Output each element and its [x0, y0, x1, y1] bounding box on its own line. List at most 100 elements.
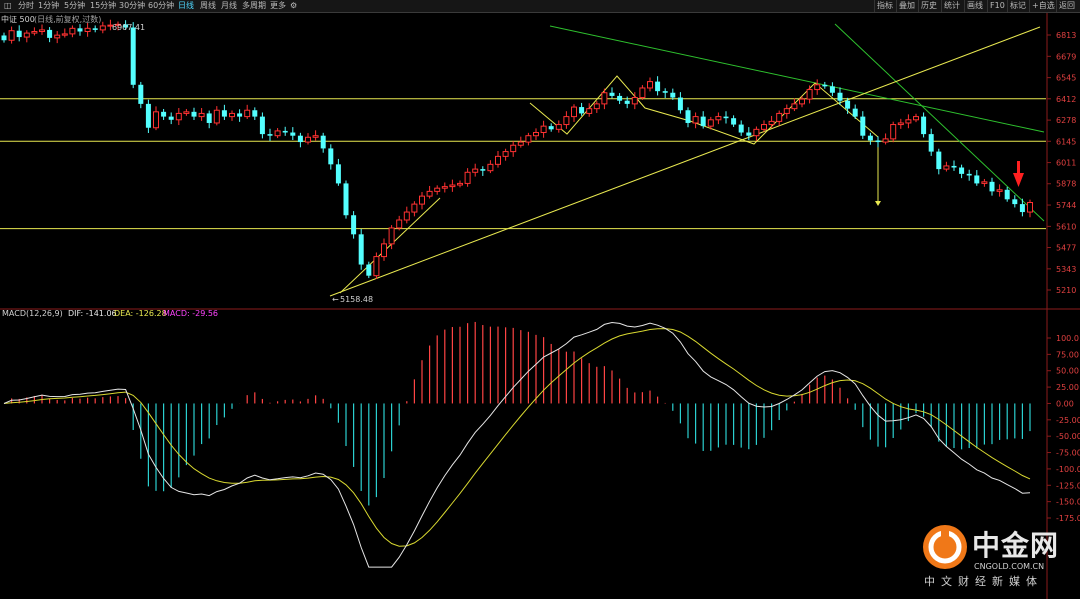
yellow-rise-line	[339, 197, 441, 294]
price-tick-label: 6145	[1056, 137, 1076, 146]
candle-body-down	[77, 28, 83, 32]
candle-body-up	[396, 219, 403, 229]
tab-history[interactable]: 历史	[918, 0, 939, 12]
candle-body-down	[677, 97, 683, 111]
tab-weekly[interactable]: 周线	[198, 0, 218, 12]
price-tick-label: 6545	[1056, 74, 1076, 83]
candle-body-up	[229, 112, 235, 118]
candle-body-up	[31, 31, 38, 34]
cngold-logo: 中金网 CNGOLD.COM.CN 中文财经新媒体	[920, 522, 1080, 592]
candle-body-down	[297, 135, 303, 143]
candle-body-down	[867, 135, 873, 141]
tab-daily[interactable]: 日线	[176, 0, 196, 12]
candle-body-up	[799, 98, 805, 105]
logo-tagline: 中文财经新媒体	[924, 575, 1043, 588]
price-tick-label: 6813	[1056, 31, 1076, 40]
candle-body-down	[738, 124, 744, 133]
candle-body-up	[487, 163, 494, 172]
logo-mark-icon	[923, 525, 967, 569]
low-label: 5158.48	[340, 295, 373, 304]
tab-f10[interactable]: F10	[987, 0, 1007, 12]
candle-body-up	[647, 81, 653, 89]
candle-body-up	[517, 141, 524, 146]
candle-body-down	[852, 108, 858, 117]
price-tick-label: 5610	[1056, 222, 1076, 231]
candle-body-up	[8, 30, 15, 41]
candle-body-up	[381, 243, 387, 258]
tab-2[interactable]: 1分钟	[36, 0, 61, 12]
chart-canvas[interactable]: 6813 6679 6545 6412 6278 6145 6011 5878 5744 5610…	[0, 13, 1080, 599]
macd-tick-label: -125.0	[1056, 481, 1080, 490]
candle-body-down	[989, 181, 995, 192]
candle-body-up	[441, 186, 448, 189]
candle-body-down	[860, 116, 866, 136]
candle-body-down	[624, 100, 630, 104]
candle-body-up	[768, 120, 775, 126]
tab-6[interactable]: 60分钟	[146, 0, 176, 12]
candle-body-up	[996, 189, 1003, 192]
candle-body-up	[533, 132, 539, 137]
candle-body-down	[655, 81, 661, 92]
tab-5[interactable]: 30分钟	[117, 0, 147, 12]
candle-body-down	[928, 134, 934, 152]
candle-body-up	[312, 135, 319, 138]
candle-body-up	[905, 119, 912, 124]
tab-more[interactable]: 更多	[268, 0, 288, 12]
candle-body-up	[814, 84, 821, 91]
candle-body-down	[548, 126, 554, 130]
price-tick-label: 6679	[1056, 52, 1076, 61]
candle-body-down	[822, 84, 828, 87]
gear-icon[interactable]: ⚙	[288, 0, 299, 12]
window-icon[interactable]: ◫	[2, 0, 14, 12]
macd-tick-label: 0.00	[1056, 399, 1074, 408]
candle-body-down	[1004, 189, 1010, 200]
candle-body-down	[480, 169, 486, 171]
candle-body-down	[974, 175, 980, 184]
green-resistance-line	[549, 25, 1045, 133]
candle-body-down	[875, 140, 881, 143]
candle-body-up	[449, 184, 456, 188]
candle-body-up	[213, 109, 220, 124]
dea-line	[3, 328, 1031, 547]
tab-draw[interactable]: 画线	[964, 0, 985, 12]
candle-body-up	[403, 211, 410, 221]
tab-add-watchlist[interactable]: +自选	[1029, 0, 1057, 12]
candle-body-up	[1027, 202, 1033, 213]
macd-tick-label: 25.00	[1056, 383, 1079, 392]
tab-overlay[interactable]: 叠加	[896, 0, 917, 12]
period-toolbar: ◫ 分时 1分钟 5分钟 15分钟 30分钟 60分钟 日线 周线 月线 多周期…	[0, 0, 1080, 13]
candle-body-up	[198, 112, 205, 118]
candle-body-up	[472, 168, 479, 173]
candle-body-up	[153, 111, 159, 129]
candle-body-up	[631, 97, 638, 105]
candle-body-down	[267, 134, 273, 136]
candle-body-up	[183, 111, 190, 114]
tab-4[interactable]: 15分钟	[88, 0, 118, 12]
tab-1[interactable]: 分时	[16, 0, 36, 12]
tab-multi-period[interactable]: 多周期	[240, 0, 268, 12]
tab-monthly[interactable]: 月线	[219, 0, 239, 12]
candle-body-up	[434, 187, 441, 192]
candle-body-up	[563, 116, 570, 126]
candle-body-up	[571, 106, 577, 118]
candle-body-up	[373, 256, 380, 277]
tab-indicator[interactable]: 指标	[874, 0, 895, 12]
candle-body-down	[351, 215, 357, 235]
candle-body-down	[92, 28, 98, 30]
macd-tick-label: -25.00	[1056, 416, 1080, 425]
logo-name: 中金网	[972, 529, 1060, 562]
tab-mark[interactable]: 标记	[1007, 0, 1028, 12]
tab-back[interactable]: 返回	[1056, 0, 1077, 12]
tab-stats[interactable]: 统计	[941, 0, 962, 12]
macd-tick-label: -150.0	[1056, 498, 1080, 507]
candle-body-down	[1, 35, 7, 41]
macd-value-label: MACD: -29.56	[163, 309, 218, 318]
tab-3[interactable]: 5分钟	[62, 0, 87, 12]
candle-body-down	[343, 183, 349, 216]
candle-body-up	[707, 119, 714, 127]
candle-body-down	[662, 91, 668, 93]
candle-body-down	[966, 173, 972, 176]
candle-body-down	[130, 27, 136, 85]
candle-body-up	[586, 108, 593, 114]
price-tick-label: 5210	[1056, 286, 1076, 295]
